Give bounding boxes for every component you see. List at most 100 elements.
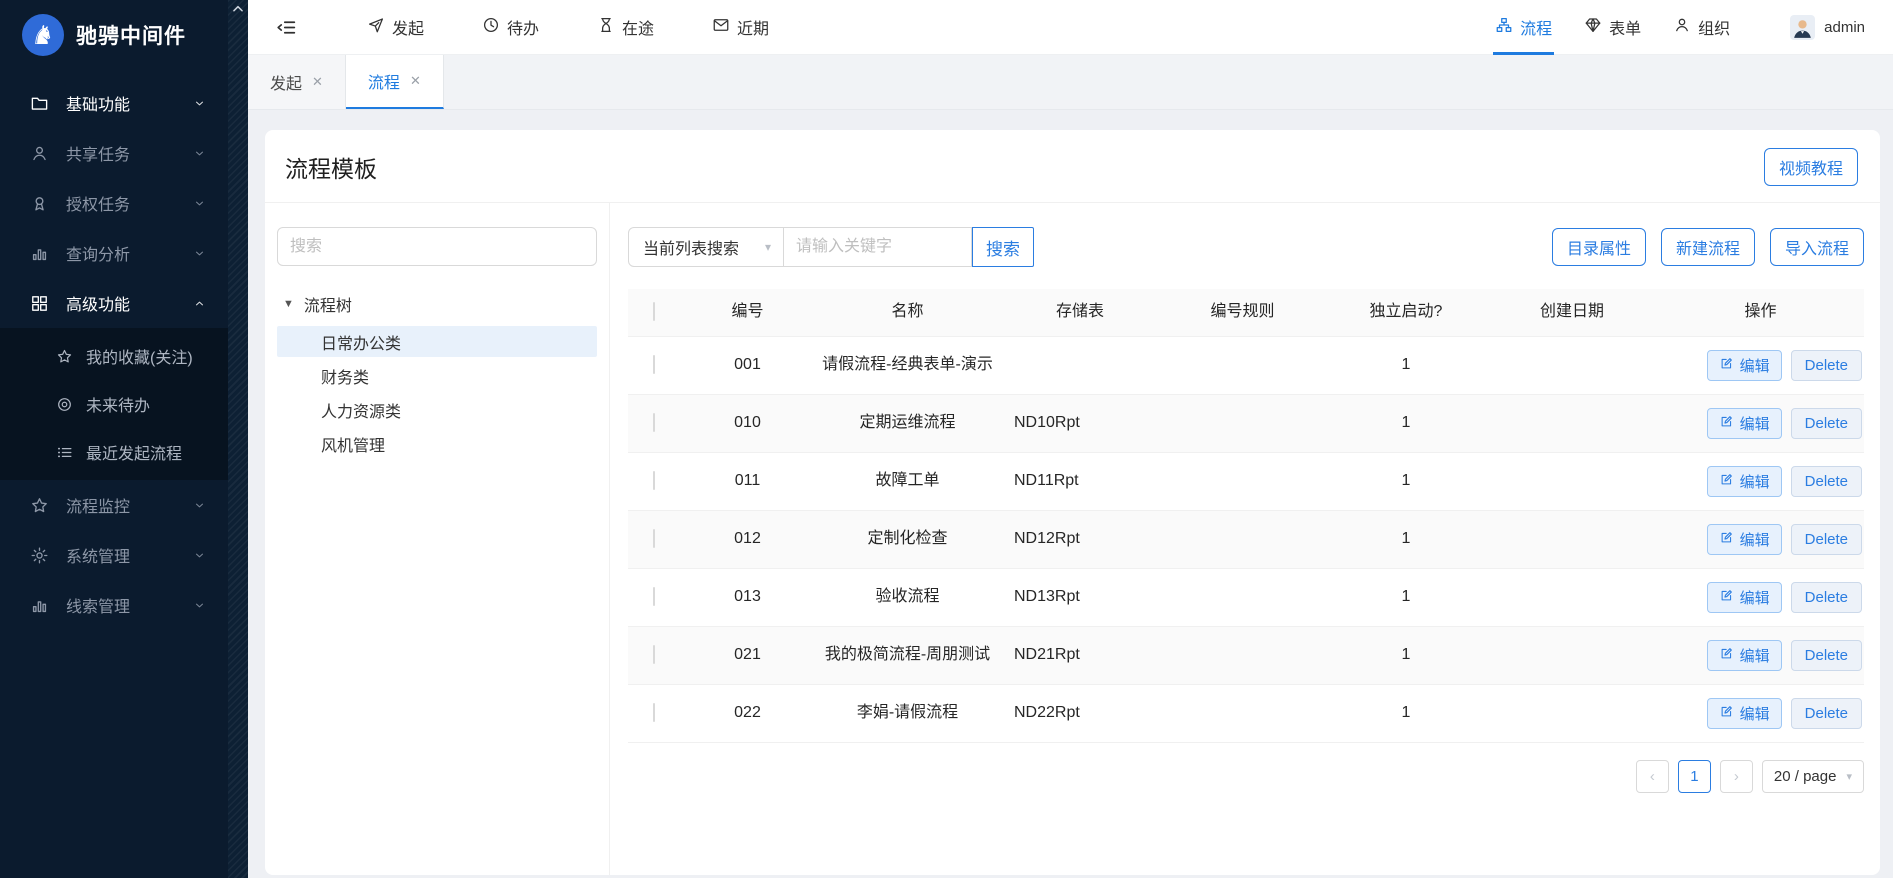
toolbar-buttons: 目录属性新建流程导入流程 [1552, 228, 1864, 266]
row-checkbox[interactable] [653, 703, 655, 722]
close-icon[interactable]: ✕ [410, 73, 421, 89]
tree-node-风机管理[interactable]: 风机管理 [277, 428, 597, 459]
row-checkbox[interactable] [653, 645, 655, 664]
tree-node-人力资源类[interactable]: 人力资源类 [277, 394, 597, 425]
edit-button[interactable]: 编辑 [1707, 524, 1782, 555]
topnav-待办[interactable]: 待办 [482, 15, 539, 39]
page-size-select[interactable]: 20 / page ▾ [1762, 760, 1864, 793]
table-panel: 当前列表搜索 ▾ 搜索 目录属性新建流程导入流程 编号名称存储表编号规则独立启动… [610, 203, 1880, 875]
topnav-在途[interactable]: 在途 [597, 15, 654, 39]
delete-button[interactable]: Delete [1791, 524, 1862, 555]
edit-icon [1719, 704, 1734, 723]
row-checkbox[interactable] [653, 529, 655, 548]
topnav-组织[interactable]: 组织 [1673, 0, 1730, 55]
search-scope-select[interactable]: 当前列表搜索 ▾ [628, 227, 784, 267]
cell-no: 012 [680, 521, 815, 558]
toolbar-button-导入流程[interactable]: 导入流程 [1770, 228, 1864, 266]
row-checkbox[interactable] [653, 413, 655, 432]
sidebar-item-流程监控[interactable]: 流程监控 [0, 480, 228, 530]
edit-button[interactable]: 编辑 [1707, 640, 1782, 671]
list-icon [56, 444, 76, 461]
toolbar-button-目录属性[interactable]: 目录属性 [1552, 228, 1646, 266]
cell-name: 定期运维流程 [815, 405, 1000, 442]
row-checkbox[interactable] [653, 355, 655, 374]
sidebar-item-共享任务[interactable]: 共享任务 [0, 128, 228, 178]
page-number-button[interactable]: 1 [1678, 760, 1711, 793]
topnav-发起[interactable]: 发起 [367, 15, 424, 39]
delete-button[interactable]: Delete [1791, 466, 1862, 497]
toolbar-button-新建流程[interactable]: 新建流程 [1661, 228, 1755, 266]
sidebar-subitem-我的收藏(关注)[interactable]: 我的收藏(关注) [0, 332, 228, 380]
row-checkbox[interactable] [653, 471, 655, 490]
sidebar-subitem-未来待办[interactable]: 未来待办 [0, 380, 228, 428]
scroll-up-icon[interactable] [231, 2, 245, 21]
cell-store: ND21Rpt [1000, 637, 1160, 674]
tree-node-日常办公类[interactable]: 日常办公类 [277, 326, 597, 357]
cell-rule [1160, 476, 1325, 488]
sidebar-item-高级功能[interactable]: 高级功能 [0, 278, 228, 328]
sidebar-item-系统管理[interactable]: 系统管理 [0, 530, 228, 580]
row-checkbox[interactable] [653, 587, 655, 606]
cell-name: 定制化检查 [815, 521, 1000, 558]
tree-node-财务类[interactable]: 财务类 [277, 360, 597, 391]
pagination: ‹ 1 › 20 / page ▾ [628, 760, 1864, 793]
delete-button[interactable]: Delete [1791, 582, 1862, 613]
delete-button[interactable]: Delete [1791, 408, 1862, 439]
table-body: 001 请假流程-经典表单-演示 1 编辑 Delete 010 定期运维流程 … [628, 337, 1864, 743]
delete-button[interactable]: Delete [1791, 698, 1862, 729]
close-icon[interactable]: ✕ [312, 74, 323, 90]
delete-button[interactable]: Delete [1791, 350, 1862, 381]
tab-流程[interactable]: 流程 ✕ [346, 55, 444, 109]
tree-root-node[interactable]: ▼ 流程树 [277, 288, 597, 326]
hourglass-icon [597, 16, 615, 39]
caret-down-icon: ▼ [283, 298, 294, 310]
edit-button[interactable]: 编辑 [1707, 408, 1782, 439]
delete-button[interactable]: Delete [1791, 640, 1862, 671]
edit-button[interactable]: 编辑 [1707, 698, 1782, 729]
sidebar-scroll-strip[interactable] [228, 0, 248, 878]
user-icon [28, 142, 50, 164]
prev-page-button[interactable]: ‹ [1636, 760, 1669, 793]
cell-rule [1160, 418, 1325, 430]
keyword-input[interactable] [784, 227, 972, 267]
cell-rule [1160, 592, 1325, 604]
star-icon [28, 494, 50, 516]
cell-rule [1160, 650, 1325, 662]
topnav-近期[interactable]: 近期 [712, 15, 769, 39]
sidebar-item-线索管理[interactable]: 线索管理 [0, 580, 228, 630]
chevron-down-icon: ▾ [1846, 770, 1852, 783]
chevron-down-icon: ▾ [765, 240, 771, 254]
cell-store: ND13Rpt [1000, 579, 1160, 616]
user-menu[interactable]: admin [1790, 15, 1865, 40]
cell-independent: 1 [1325, 579, 1487, 616]
cell-no: 010 [680, 405, 815, 442]
user-name: admin [1824, 19, 1865, 36]
sidebar-item-授权任务[interactable]: 授权任务 [0, 178, 228, 228]
star-icon [56, 348, 76, 365]
tab-发起[interactable]: 发起 ✕ [248, 55, 346, 109]
edit-button[interactable]: 编辑 [1707, 466, 1782, 497]
cell-store [1000, 360, 1160, 372]
next-page-button[interactable]: › [1720, 760, 1753, 793]
edit-button[interactable]: 编辑 [1707, 350, 1782, 381]
topnav-表单[interactable]: 表单 [1584, 0, 1641, 55]
sidebar-item-查询分析[interactable]: 查询分析 [0, 228, 228, 278]
cell-actions: 编辑 Delete [1657, 634, 1864, 677]
video-tutorial-button[interactable]: 视频教程 [1764, 148, 1858, 186]
card-body: ▼ 流程树 日常办公类 财务类 人力资源类 风机管理 当前列表搜索 [265, 203, 1880, 875]
search-button[interactable]: 搜索 [972, 227, 1034, 267]
sidebar-item-基础功能[interactable]: 基础功能 [0, 78, 228, 128]
table-row-011: 011 故障工单 ND11Rpt 1 编辑 Delete [628, 453, 1864, 511]
select-all-checkbox[interactable] [653, 302, 655, 321]
tree-search-input[interactable] [277, 227, 597, 266]
chart-icon [28, 594, 50, 616]
topnav-流程[interactable]: 流程 [1495, 0, 1552, 55]
sidebar-subitem-最近发起流程[interactable]: 最近发起流程 [0, 428, 228, 476]
column-header-编号: 编号 [680, 294, 815, 331]
cell-store: ND22Rpt [1000, 695, 1160, 732]
sidebar-collapse-icon[interactable] [276, 17, 297, 38]
edit-button[interactable]: 编辑 [1707, 582, 1782, 613]
cell-actions: 编辑 Delete [1657, 344, 1864, 387]
cell-independent: 1 [1325, 463, 1487, 500]
top-header: 发起 待办 在途 近期 流程 表单 组织 admin [248, 0, 1893, 55]
